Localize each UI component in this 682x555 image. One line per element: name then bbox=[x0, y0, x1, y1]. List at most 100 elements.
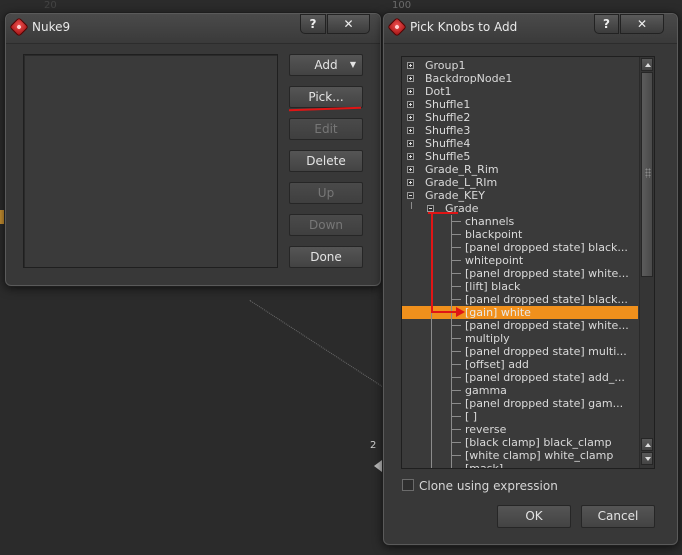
up-button[interactable]: Up bbox=[289, 182, 363, 204]
tree-node[interactable]: Grade_L_RIm bbox=[402, 176, 638, 189]
tree-node[interactable]: Shuffle2 bbox=[402, 111, 638, 124]
expand-icon[interactable] bbox=[407, 166, 414, 173]
tree-guide-line bbox=[451, 351, 461, 352]
node-input-arrow[interactable] bbox=[374, 460, 382, 472]
tree-node[interactable]: Shuffle5 bbox=[402, 150, 638, 163]
tree-guide-line bbox=[451, 325, 461, 326]
help-button[interactable]: ? bbox=[300, 14, 326, 34]
knob-item[interactable]: [lift] black bbox=[402, 280, 638, 293]
cancel-button[interactable]: Cancel bbox=[581, 505, 655, 528]
knob-label: blackpoint bbox=[465, 228, 523, 241]
tree-node[interactable]: Shuffle1 bbox=[402, 98, 638, 111]
knob-item[interactable]: [panel dropped state] add_... bbox=[402, 371, 638, 384]
knob-label: [panel dropped state] add_... bbox=[465, 371, 625, 384]
knob-item[interactable]: [white clamp] white_clamp bbox=[402, 449, 638, 462]
pick-button[interactable]: Pick... bbox=[289, 86, 363, 108]
expand-icon[interactable] bbox=[407, 75, 414, 82]
expand-icon[interactable] bbox=[407, 62, 414, 69]
titlebar[interactable]: Pick Knobs to Add ? ✕ bbox=[384, 14, 677, 44]
knob-item[interactable]: [offset] add bbox=[402, 358, 638, 371]
scroll-down-arrow[interactable] bbox=[641, 452, 653, 465]
tree-node-label: Group1 bbox=[425, 59, 466, 72]
knob-item[interactable]: multiply bbox=[402, 332, 638, 345]
expand-icon[interactable] bbox=[407, 88, 414, 95]
close-button[interactable]: ✕ bbox=[620, 14, 664, 34]
tree-guide-line bbox=[451, 221, 461, 222]
tree-guide-line bbox=[431, 397, 432, 410]
knob-label: [white clamp] white_clamp bbox=[465, 449, 614, 462]
knob-item[interactable]: [panel dropped state] black... bbox=[402, 241, 638, 254]
tree-node[interactable]: Grade_R_Rim bbox=[402, 163, 638, 176]
tree-node[interactable]: Shuffle3 bbox=[402, 124, 638, 137]
down-button[interactable]: Down bbox=[289, 214, 363, 236]
tree-guide-line bbox=[451, 247, 461, 248]
tree-guide-line bbox=[451, 260, 461, 261]
tree-guide-line bbox=[431, 332, 432, 345]
knob-label: [panel dropped state] gam... bbox=[465, 397, 624, 410]
knob-item[interactable]: [black clamp] black_clamp bbox=[402, 436, 638, 449]
knob-list[interactable] bbox=[23, 54, 278, 268]
knob-item[interactable]: blackpoint bbox=[402, 228, 638, 241]
knob-label: [black clamp] black_clamp bbox=[465, 436, 612, 449]
titlebar[interactable]: Nuke9 ? ✕ bbox=[6, 14, 380, 44]
tree-node[interactable]: Grade_KEY bbox=[402, 189, 638, 202]
tree-node-label: Shuffle1 bbox=[425, 98, 471, 111]
knob-item[interactable]: [panel dropped state] white... bbox=[402, 319, 638, 332]
tree-guide-line bbox=[451, 273, 461, 274]
knob-label: [panel dropped state] multi... bbox=[465, 345, 627, 358]
tree-guide-line bbox=[451, 468, 461, 469]
tree-guide-line bbox=[451, 403, 461, 404]
knob-item[interactable]: gamma bbox=[402, 384, 638, 397]
expand-icon[interactable] bbox=[407, 153, 414, 160]
expand-icon[interactable] bbox=[407, 114, 414, 121]
knob-item[interactable]: [panel dropped state] multi... bbox=[402, 345, 638, 358]
tree-node[interactable]: Group1 bbox=[402, 59, 638, 72]
tree-guide-line bbox=[431, 449, 432, 462]
tree-guide-line bbox=[431, 410, 432, 423]
knob-label: [panel dropped state] white... bbox=[465, 319, 629, 332]
knob-item[interactable]: [panel dropped state] gam... bbox=[402, 397, 638, 410]
knob-tree[interactable]: Group1 BackdropNode1 Dot1 Shuffle1 Shuffle2 S… bbox=[401, 56, 655, 469]
collapse-icon[interactable] bbox=[427, 205, 434, 212]
add-button[interactable]: Add ▼ bbox=[289, 54, 363, 76]
expand-icon[interactable] bbox=[407, 140, 414, 147]
knob-item[interactable]: [panel dropped state] black... bbox=[402, 293, 638, 306]
expand-icon[interactable] bbox=[407, 127, 414, 134]
edit-button[interactable]: Edit bbox=[289, 118, 363, 140]
tree-guide-line bbox=[451, 234, 461, 235]
knob-item[interactable]: whitepoint bbox=[402, 254, 638, 267]
scrollbar-grip-icon bbox=[645, 168, 651, 178]
scroll-up-arrow-bottom[interactable] bbox=[641, 438, 653, 451]
tree-guide-line bbox=[451, 416, 461, 417]
knob-item[interactable]: reverse bbox=[402, 423, 638, 436]
tree-node[interactable]: BackdropNode1 bbox=[402, 72, 638, 85]
scrollbar-thumb[interactable] bbox=[641, 72, 653, 277]
tree-guide-line bbox=[431, 384, 432, 397]
knob-item[interactable]: [mask] bbox=[402, 462, 638, 469]
clone-checkbox[interactable] bbox=[402, 479, 414, 491]
expand-icon[interactable] bbox=[407, 101, 414, 108]
knob-item[interactable]: [ ] bbox=[402, 410, 638, 423]
collapse-icon[interactable] bbox=[407, 192, 414, 199]
tree-node-label: Shuffle4 bbox=[425, 137, 471, 150]
knob-label: multiply bbox=[465, 332, 510, 345]
add-button-label: Add bbox=[314, 58, 338, 72]
delete-button[interactable]: Delete bbox=[289, 150, 363, 172]
tree-guide-line bbox=[451, 429, 461, 430]
tree-guide-line bbox=[451, 286, 461, 287]
tree-node[interactable]: Dot1 bbox=[402, 85, 638, 98]
knob-item[interactable]: channels bbox=[402, 215, 638, 228]
ok-button[interactable]: OK bbox=[497, 505, 571, 528]
tree-guide-line bbox=[431, 319, 432, 332]
done-button[interactable]: Done bbox=[289, 246, 363, 268]
help-button[interactable]: ? bbox=[594, 14, 619, 34]
tree-scrollbar[interactable] bbox=[639, 57, 654, 468]
scroll-up-arrow[interactable] bbox=[641, 58, 653, 71]
knob-label: [lift] black bbox=[465, 280, 521, 293]
close-button[interactable]: ✕ bbox=[327, 14, 370, 34]
tree-node[interactable]: Shuffle4 bbox=[402, 137, 638, 150]
tree-guide-line bbox=[451, 390, 461, 391]
expand-icon[interactable] bbox=[407, 179, 414, 186]
tree-guide-line bbox=[431, 358, 432, 371]
knob-item[interactable]: [panel dropped state] white... bbox=[402, 267, 638, 280]
